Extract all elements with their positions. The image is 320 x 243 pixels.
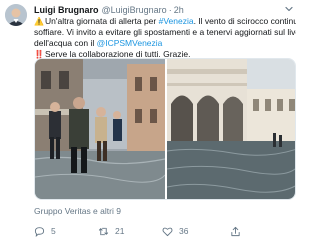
tweet-timestamp[interactable]: 2h [174, 5, 184, 15]
heart-icon [162, 227, 173, 236]
like-button[interactable]: 36 [162, 224, 188, 238]
author-handle[interactable]: @LuigiBrugnaro [102, 5, 167, 15]
like-count: 36 [179, 226, 189, 236]
share-button[interactable] [230, 224, 247, 238]
avatar-photo-icon [5, 4, 27, 26]
warning-emoji-icon: ⚠️ [34, 17, 44, 26]
mention-link[interactable]: @ICPSMVenezia [97, 38, 163, 48]
tweet-actions: 5 21 36 [34, 224, 296, 238]
header-separator: · [168, 5, 172, 15]
tweet-text-segment: dell'acqua con il [34, 38, 97, 48]
tweet[interactable]: Luigi Brugnaro @LuigiBrugnaro · 2h ⚠️Un'alt… [0, 0, 300, 243]
reply-icon [34, 226, 45, 237]
tweet-line-3: dell'acqua con il @ICPSMVenezia [34, 38, 296, 49]
reply-button[interactable]: 5 [34, 224, 56, 238]
reply-count: 5 [51, 226, 56, 236]
reply-context[interactable]: Gruppo Veritas e altri 9 [34, 206, 121, 217]
retweet-button[interactable]: 21 [98, 224, 124, 238]
chevron-down-icon[interactable] [284, 4, 294, 14]
flooded-square-photo-icon [167, 59, 295, 199]
share-icon [231, 226, 240, 236]
media-photo-right[interactable] [167, 59, 295, 199]
hashtag-link[interactable]: #Venezia [159, 16, 194, 26]
tweet-line-1: ⚠️Un'altra giornata di allerta per #Vene… [34, 16, 296, 27]
tweet-line-2: soffiare. Vi invito a evitare gli sposta… [34, 27, 296, 37]
tweet-media[interactable] [34, 58, 296, 200]
tweet-text-segment: . Il vento di scirocco continua a [193, 16, 296, 26]
author-display-name[interactable]: Luigi Brugnaro [34, 5, 99, 15]
flooded-street-photo-icon [35, 59, 165, 199]
tweet-text: ⚠️Un'altra giornata di allerta per #Vene… [34, 16, 296, 60]
tweet-text-segment: Un'altra giornata di allerta per [45, 16, 159, 26]
author-avatar[interactable] [5, 4, 27, 26]
tweet-header: Luigi Brugnaro @LuigiBrugnaro · 2h [34, 4, 184, 16]
retweet-icon [98, 227, 109, 235]
media-photo-left[interactable] [35, 59, 165, 199]
retweet-count: 21 [115, 226, 125, 236]
